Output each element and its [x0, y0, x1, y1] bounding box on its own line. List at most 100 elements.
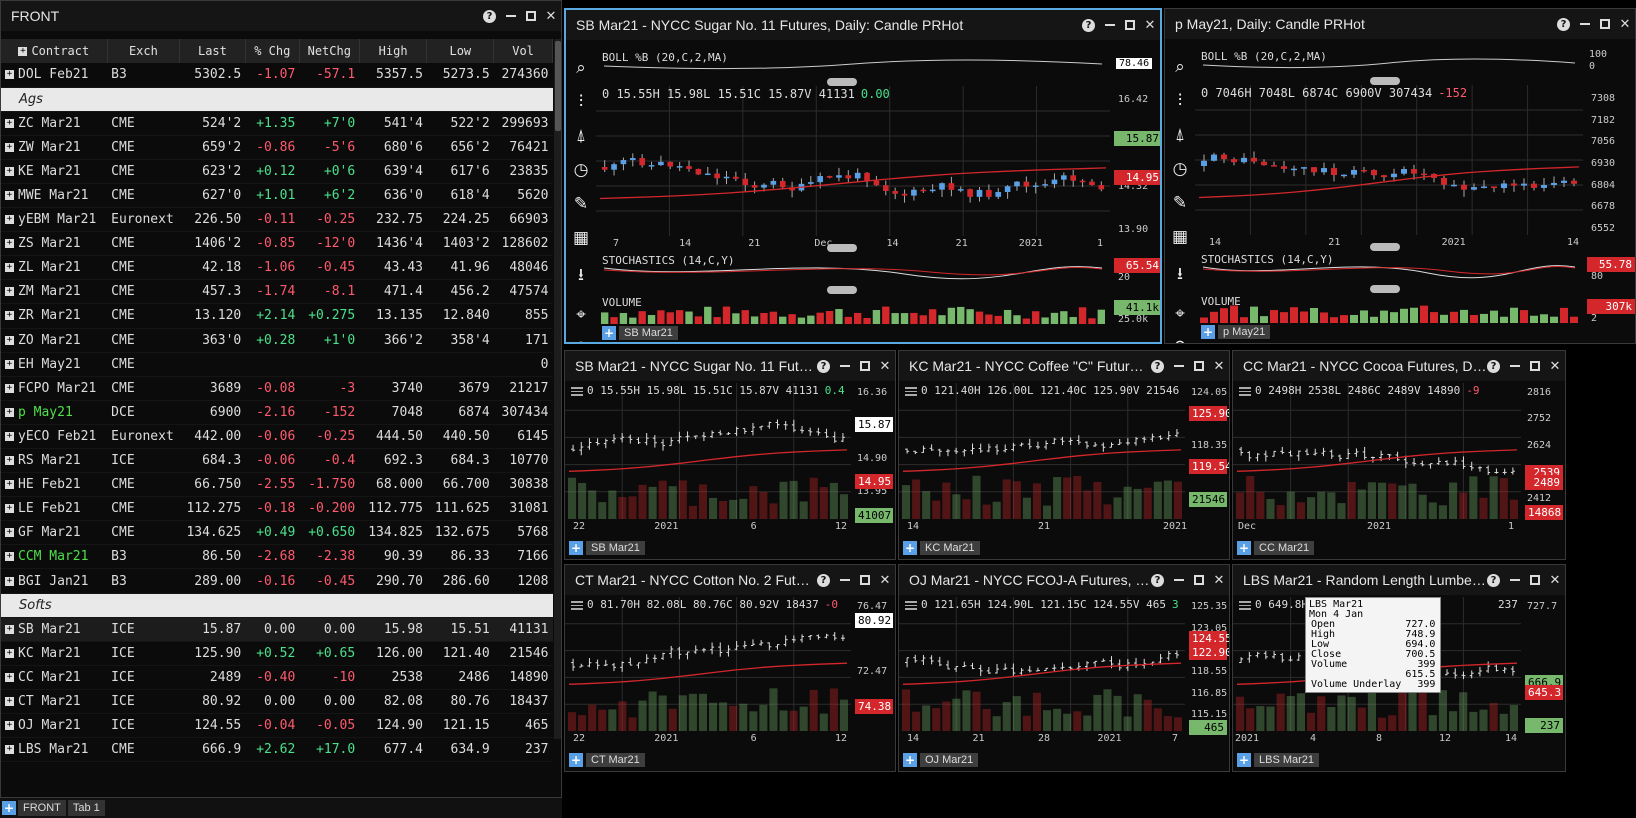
expand-row-icon[interactable]: + [5, 576, 14, 586]
expand-row-icon[interactable]: + [5, 191, 14, 201]
quote-row[interactable]: + ZO Mar21 CME 363'0 +0.28 +1'0 366'2 358'4 171 [1, 328, 553, 353]
quote-row[interactable]: + LBS Mar21 CME 666.9 +2.62 +17.0 677.4 634.9 23… [1, 737, 553, 763]
symbol-label[interactable]: SB Mar21 [586, 541, 645, 555]
quote-row[interactable]: + BGI Jan21 B3 289.00 -0.16 -0.45 290.70 286.60… [1, 568, 553, 594]
chart-window-p8[interactable]: LBS Mar21 - Random Length Lumber Futures… [1232, 564, 1566, 772]
add-symbol-button[interactable]: + [1201, 325, 1215, 339]
quote-row[interactable]: + yEBM Mar21 Euronext 226.50 -0.11 -0.25 232.7… [1, 207, 553, 233]
symbol-label[interactable]: KC Mar21 [920, 541, 980, 555]
quote-row[interactable]: + HE Feb21 CME 66.750 -2.55 -1.750 68.000 66.70… [1, 472, 553, 498]
quote-row[interactable]: + ZC Mar21 CME 524'2 +1.35 +7'0 541'4 522'2 2996… [1, 111, 553, 136]
panel-resize-handle[interactable] [827, 244, 858, 252]
chart-canvas[interactable] [899, 565, 1230, 772]
stochastics-label[interactable]: STOCHASTICS (14,C,Y) [602, 254, 734, 267]
pencil-icon[interactable]: ✎ [574, 194, 588, 214]
draw-icon[interactable]: ⍋ [576, 126, 586, 146]
panel-resize-handle[interactable] [827, 78, 858, 86]
chart-window-p6[interactable]: CT Mar21 - NYCC Cotton No. 2 Futures, Da… [564, 564, 896, 772]
quote-row[interactable]: + SB Mar21 ICE 15.87 0.00 0.00 15.98 15.51 41131 [1, 617, 553, 642]
quote-row[interactable]: + ZW Mar21 CME 659'2 -0.86 -5'6 680'6 656'2 7642… [1, 135, 553, 160]
chart-window-p3[interactable]: SB Mar21 - NYCC Sugar No. 11 Futures, Da… [564, 350, 896, 560]
symbol-label[interactable]: OJ Mar21 [920, 753, 979, 767]
expand-row-icon[interactable]: + [5, 118, 14, 128]
add-symbol-button[interactable]: + [1237, 541, 1251, 555]
panel-resize-handle[interactable] [1369, 243, 1400, 251]
expand-row-icon[interactable]: + [5, 239, 14, 249]
scrollbar-thumb[interactable] [555, 41, 561, 131]
expand-row-icon[interactable]: + [5, 552, 14, 562]
column-header-contract[interactable]: + Contract [1, 39, 108, 63]
expand-row-icon[interactable]: + [5, 504, 14, 514]
search-icon[interactable]: ⌕ [576, 58, 586, 78]
expand-row-icon[interactable]: + [5, 431, 14, 441]
chart-menu-icon[interactable] [1239, 601, 1251, 610]
pin-icon[interactable]: ⚲ [1174, 338, 1186, 343]
crosshair-icon[interactable]: ⌖ [1175, 304, 1185, 324]
quote-row[interactable]: + EH May21 CME 0 [1, 352, 553, 377]
symbol-label[interactable]: LBS Mar21 [1254, 753, 1320, 767]
quote-row[interactable]: + LE Feb21 CME 112.275 -0.18 -0.200 112.775 111… [1, 496, 553, 522]
chart-window-p7[interactable]: OJ Mar21 - NYCC FCOJ-A Futures, Daily: C… [898, 564, 1230, 772]
expand-row-icon[interactable]: + [5, 311, 14, 321]
expand-row-icon[interactable]: + [5, 624, 14, 634]
symbol-label[interactable]: SB Mar21 [619, 326, 678, 340]
expand-row-icon[interactable]: + [5, 70, 14, 80]
minimize-button[interactable] [501, 6, 521, 26]
expand-row-icon[interactable]: + [5, 335, 14, 345]
quote-row[interactable]: + ZS Mar21 CME 1406'2 -0.85 -12'0 1436'4 1403'2… [1, 231, 553, 257]
chart-menu-icon[interactable] [1239, 387, 1251, 396]
panel-resize-handle[interactable] [827, 286, 858, 294]
expand-row-icon[interactable]: + [5, 721, 14, 731]
symbol-tab[interactable]: + SB Mar21 [602, 326, 678, 340]
stochastics-label[interactable]: STOCHASTICS (14,C,Y) [1201, 253, 1333, 266]
expand-row-icon[interactable]: + [5, 215, 14, 225]
chart-canvas[interactable] [1233, 351, 1566, 560]
expand-all-icon[interactable]: + [18, 47, 28, 56]
download-icon[interactable]: ⭳ [578, 262, 584, 291]
column-header-chg[interactable]: % Chg [245, 39, 300, 63]
column-header-exch[interactable]: Exch [107, 39, 181, 63]
symbol-tab[interactable]: + OJ Mar21 [903, 753, 979, 767]
draw-icon[interactable]: ⍋ [1175, 125, 1185, 145]
crosshair-icon[interactable]: ⌖ [576, 305, 586, 325]
symbol-tab[interactable]: + CT Mar21 [569, 753, 645, 767]
chart-window-p4[interactable]: KC Mar21 - NYCC Coffee "C" Futures, Dail… [898, 350, 1230, 560]
pencil-icon[interactable]: ✎ [1173, 193, 1187, 213]
help-icon[interactable]: ? [483, 9, 496, 23]
expand-row-icon[interactable]: + [5, 383, 14, 393]
expand-row-icon[interactable]: + [5, 696, 14, 706]
chart-menu-icon[interactable] [905, 387, 917, 396]
close-button[interactable]: ✕ [541, 6, 561, 26]
quote-row[interactable]: + GF Mar21 CME 134.625 +0.49 +0.650 134.825 132… [1, 520, 553, 546]
chart-window-p2[interactable]: p May21, Daily: Candle PRHot?✕⌕⫶⍋◷✎▦⭳⌖⚲B… [1164, 8, 1636, 344]
group-header-row[interactable]: Ags [1, 87, 553, 112]
quote-row[interactable]: + KE Mar21 CME 623'2 +0.12 +0'6 639'4 617'6 2383… [1, 159, 553, 184]
add-tab-button[interactable]: + [2, 801, 16, 815]
column-header-high[interactable]: High [359, 39, 428, 63]
symbol-label[interactable]: CC Mar21 [1254, 541, 1315, 555]
quote-row[interactable]: + ZR Mar21 CME 13.120 +2.14 +0.275 13.135 12.84… [1, 303, 553, 329]
quote-row[interactable]: + p May21 DCE 6900 -2.16 -152 7048 6874 307434 [1, 400, 553, 425]
boll-label[interactable]: BOLL %B (20,C,2,MA) [1201, 50, 1327, 63]
chart-window-p1[interactable]: SB Mar21 - NYCC Sugar No. 11 Futures, Da… [564, 8, 1162, 344]
add-symbol-button[interactable]: + [1237, 753, 1251, 767]
chart-window-p5[interactable]: CC Mar21 - NYCC Cocoa Futures, Daily: Ca… [1232, 350, 1566, 560]
symbol-label[interactable]: CT Mar21 [586, 753, 645, 767]
symbol-tab[interactable]: + SB Mar21 [569, 541, 645, 555]
volume-label[interactable]: VOLUME [1201, 295, 1241, 308]
column-header-last[interactable]: Last [179, 39, 246, 63]
search-icon[interactable]: ⌕ [1175, 57, 1185, 77]
expand-row-icon[interactable]: + [5, 359, 14, 369]
panel-resize-handle[interactable] [1369, 285, 1400, 293]
expand-row-icon[interactable]: + [5, 142, 14, 152]
add-symbol-button[interactable]: + [602, 326, 616, 340]
expand-row-icon[interactable]: + [5, 166, 14, 176]
add-symbol-button[interactable]: + [569, 753, 583, 767]
column-header-low[interactable]: Low [426, 39, 495, 63]
volume-label[interactable]: VOLUME [602, 296, 642, 309]
quote-row[interactable]: + CT Mar21 ICE 80.92 0.00 0.00 82.08 80.76 18437 [1, 689, 553, 715]
expand-row-icon[interactable]: + [5, 407, 14, 417]
expand-row-icon[interactable]: + [5, 672, 14, 682]
symbol-tab[interactable]: + LBS Mar21 [1237, 753, 1320, 767]
grid-icon[interactable]: ▦ [1172, 227, 1188, 247]
